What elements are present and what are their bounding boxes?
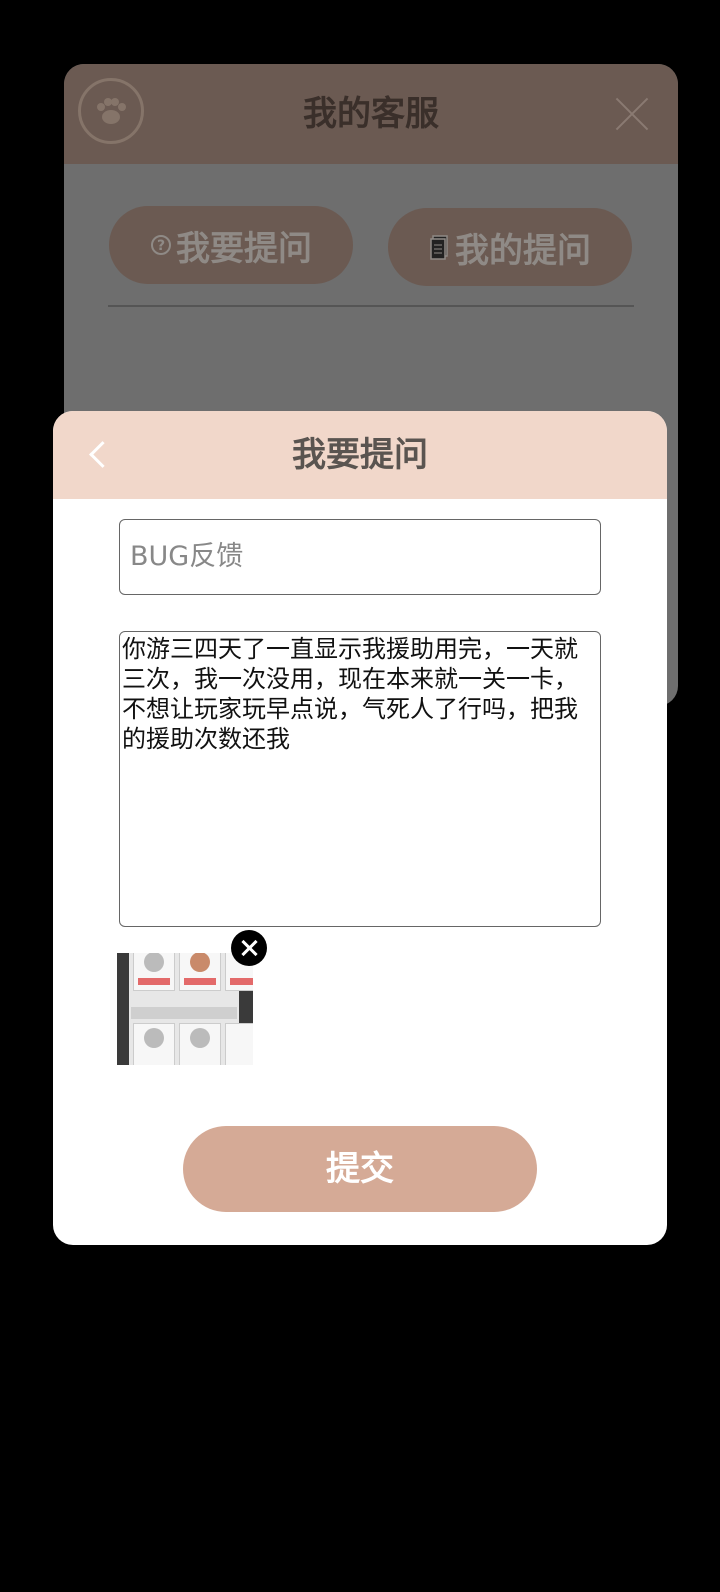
close-icon[interactable]: [614, 96, 650, 132]
tab-label: 我的提问: [455, 230, 591, 271]
submit-button[interactable]: 提交: [183, 1126, 537, 1212]
svg-text:?: ?: [157, 238, 165, 254]
ask-question-modal: 我要提问 BUG反馈 你游三四天了一直显示我援助用完，一天就三次，我一次没用，现…: [53, 411, 667, 1245]
question-icon: ?: [151, 235, 171, 255]
category-select[interactable]: BUG反馈: [119, 519, 601, 595]
modal-header: 我要提问: [53, 411, 667, 499]
screenshot-image: [129, 953, 253, 1065]
question-textarea[interactable]: 你游三四天了一直显示我援助用完，一天就三次，我一次没用，现在本来就一关一卡，不想…: [119, 631, 601, 927]
dialog-header: 我的客服: [64, 64, 678, 164]
tab-my-questions[interactable]: 我的提问: [388, 208, 632, 286]
divider: [108, 305, 634, 307]
modal-title: 我要提问: [292, 435, 428, 475]
tab-label: 我要提问: [176, 228, 312, 269]
document-icon: [430, 235, 448, 260]
attached-screenshot-thumbnail[interactable]: [117, 953, 253, 1065]
dialog-title: 我的客服: [303, 94, 439, 134]
remove-attachment-close-icon[interactable]: [231, 930, 267, 966]
tab-ask-question[interactable]: ? 我要提问: [109, 206, 353, 284]
